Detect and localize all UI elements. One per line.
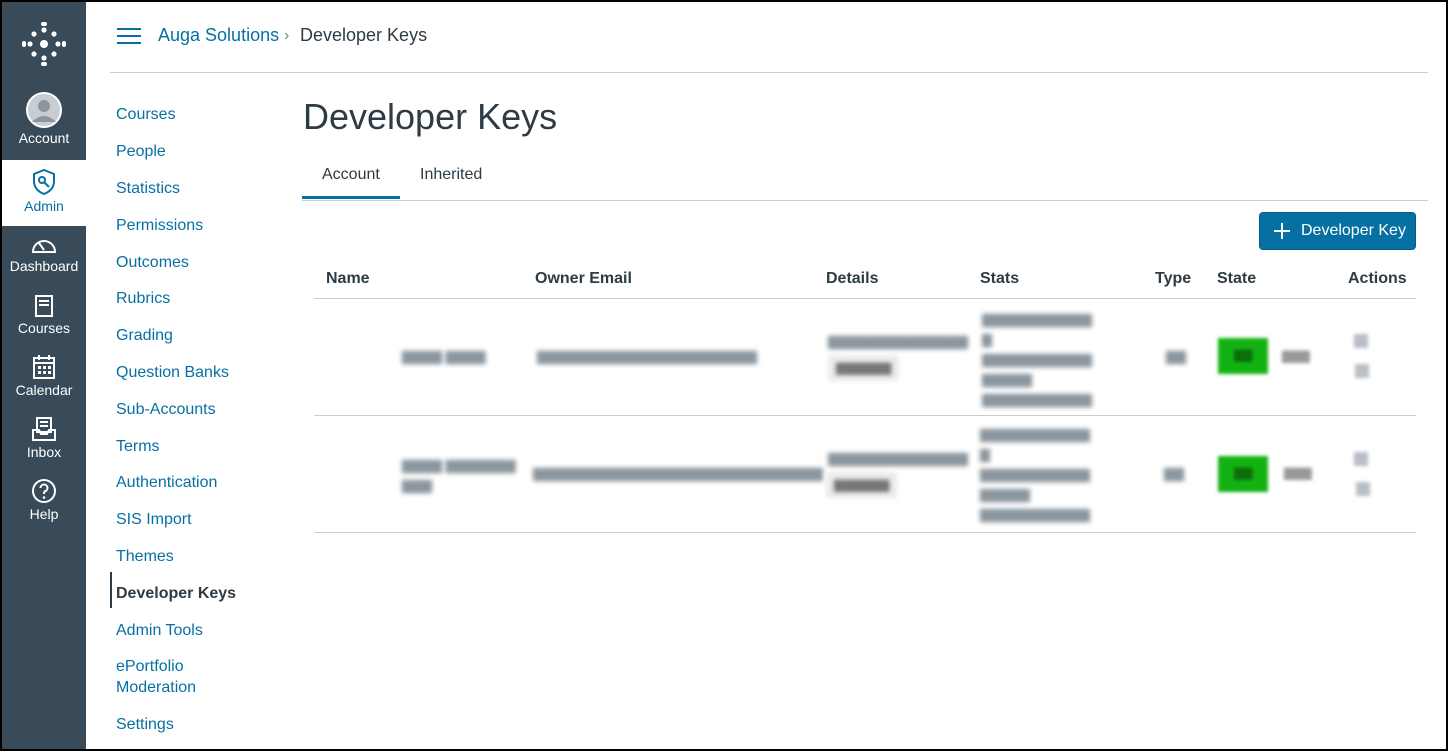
tab-inherited[interactable]: Inherited (420, 166, 482, 184)
sidebar-item-sub-accounts[interactable]: Sub-Accounts (116, 399, 216, 420)
show-key-button[interactable]: ▇▇▇▇▇▇ (826, 472, 898, 498)
state-on-toggle[interactable]: ▇▇ (1218, 456, 1268, 492)
nav-admin[interactable]: Admin (2, 160, 86, 226)
nav-courses-label: Courses (17, 320, 71, 336)
column-header-owner-email: Owner Email (535, 270, 632, 287)
redacted-owner-email: ▇▇▇▇▇▇▇▇▇▇▇▇▇▇▇▇▇▇▇▇▇▇ (537, 349, 757, 364)
sidebar-item-permissions[interactable]: Permissions (116, 215, 203, 236)
page-header: Auga Solutions › Developer Keys (110, 0, 1428, 73)
sidebar-item-outcomes[interactable]: Outcomes (116, 252, 189, 273)
edit-key-icon[interactable] (1354, 452, 1368, 466)
key-type-icon: ▇▇ (1166, 349, 1186, 364)
sidebar-item-developer-keys[interactable]: Developer Keys (116, 583, 236, 604)
admin-shield-icon (33, 168, 55, 196)
breadcrumb-current: Developer Keys (300, 25, 428, 45)
table-header-divider (314, 298, 1416, 299)
column-header-name: Name (326, 270, 370, 287)
sidebar-item-authentication[interactable]: Authentication (116, 472, 217, 493)
state-on-toggle[interactable]: ▇▇ (1218, 338, 1268, 374)
delete-key-icon[interactable] (1356, 482, 1370, 496)
redacted-owner-email: ▇▇▇▇▇▇▇▇▇▇▇▇▇▇▇▇▇▇▇▇▇▇▇▇▇▇▇▇▇ (533, 466, 823, 481)
plus-icon (1274, 223, 1290, 239)
sidebar-item-statistics[interactable]: Statistics (116, 178, 180, 199)
calendar-icon (33, 355, 55, 379)
nav-help-label: Help (29, 506, 59, 522)
redacted-key-name: ▇▇▇▇ ▇▇▇▇▇▇▇ ▇▇▇ (402, 458, 516, 493)
nav-inbox[interactable]: Inbox (2, 416, 86, 478)
nav-courses[interactable]: Courses (2, 294, 86, 356)
redacted-key-name: ▇▇▇▇ ▇▇▇▇ (402, 349, 486, 364)
sidebar-item-courses[interactable]: Courses (116, 104, 176, 125)
sidebar-item-admin-tools[interactable]: Admin Tools (116, 620, 203, 641)
page-title: Developer Keys (303, 96, 558, 137)
sidebar-item-settings[interactable]: Settings (116, 714, 174, 735)
add-developer-key-label: Developer Key (1301, 222, 1406, 239)
edit-key-icon[interactable] (1354, 334, 1368, 348)
nav-dashboard-label: Dashboard (9, 258, 79, 274)
sidebar-item-eportfolio-moderation[interactable]: ePortfolio Moderation (116, 656, 226, 698)
sidebar-item-question-banks[interactable]: Question Banks (116, 362, 229, 383)
help-icon (32, 479, 56, 503)
hamburger-menu-icon[interactable] (117, 28, 141, 46)
nav-calendar[interactable]: Calendar (2, 354, 86, 416)
tab-account[interactable]: Account (322, 166, 380, 184)
column-header-actions: Actions (1348, 270, 1407, 287)
redacted-stats: ▇▇▇▇▇▇▇▇▇▇▇ ▇ ▇▇▇▇▇▇▇▇▇▇▇ ▇▇▇▇▇ ▇▇▇▇▇▇▇▇▇▇▇ (980, 427, 1090, 522)
tab-bar: Account Inherited (302, 160, 1428, 201)
sidebar-item-people[interactable]: People (116, 141, 166, 162)
nav-account-label: Account (18, 130, 70, 146)
redacted-stats: ▇▇▇▇▇▇▇▇▇▇▇ ▇ ▇▇▇▇▇▇▇▇▇▇▇ ▇▇▇▇▇ ▇▇▇▇▇▇▇▇▇▇▇ (982, 312, 1092, 407)
nav-dashboard[interactable]: Dashboard (2, 234, 86, 296)
column-header-type: Type (1155, 270, 1192, 287)
add-developer-key-button[interactable]: Developer Key (1259, 212, 1416, 250)
nav-account[interactable]: Account (2, 92, 86, 154)
dashboard-icon (31, 240, 57, 253)
breadcrumb-separator-icon: › (284, 27, 290, 44)
sidebar-active-indicator (110, 572, 112, 608)
sidebar-item-terms[interactable]: Terms (116, 436, 160, 457)
state-off-toggle[interactable]: ▇▇▇ (1282, 349, 1310, 363)
sidebar-item-grading[interactable]: Grading (116, 325, 173, 346)
nav-calendar-label: Calendar (15, 382, 73, 398)
state-off-toggle[interactable]: ▇▇▇ (1284, 466, 1312, 480)
delete-key-icon[interactable] (1355, 364, 1369, 378)
sidebar-item-rubrics[interactable]: Rubrics (116, 288, 170, 309)
nav-help[interactable]: Help (2, 478, 86, 540)
sidebar-item-sis-import[interactable]: SIS Import (116, 509, 192, 530)
redacted-key-id: ▇▇▇▇▇▇▇▇▇▇▇▇▇▇ (828, 334, 968, 349)
account-avatar-icon (26, 92, 62, 128)
nav-inbox-label: Inbox (26, 444, 62, 460)
key-type-icon: ▇▇ (1164, 466, 1184, 481)
row-divider (314, 415, 1416, 416)
breadcrumb-root-link[interactable]: Auga Solutions (158, 25, 279, 46)
show-key-button[interactable]: ▇▇▇▇▇▇ (828, 355, 900, 381)
active-tab-indicator (302, 196, 400, 199)
sidebar-item-themes[interactable]: Themes (116, 546, 174, 567)
global-nav: Account Admin Dashboard Courses Calendar… (2, 2, 86, 749)
column-header-stats: Stats (980, 270, 1020, 287)
courses-icon (35, 295, 53, 317)
column-header-details: Details (826, 270, 879, 287)
inbox-icon (32, 417, 56, 441)
column-header-state: State (1217, 270, 1257, 287)
redacted-key-id: ▇▇▇▇▇▇▇▇▇▇▇▇▇▇ (828, 451, 968, 466)
row-divider (314, 532, 1416, 533)
nav-admin-label: Admin (24, 198, 64, 214)
canvas-logo-icon[interactable] (22, 22, 66, 66)
